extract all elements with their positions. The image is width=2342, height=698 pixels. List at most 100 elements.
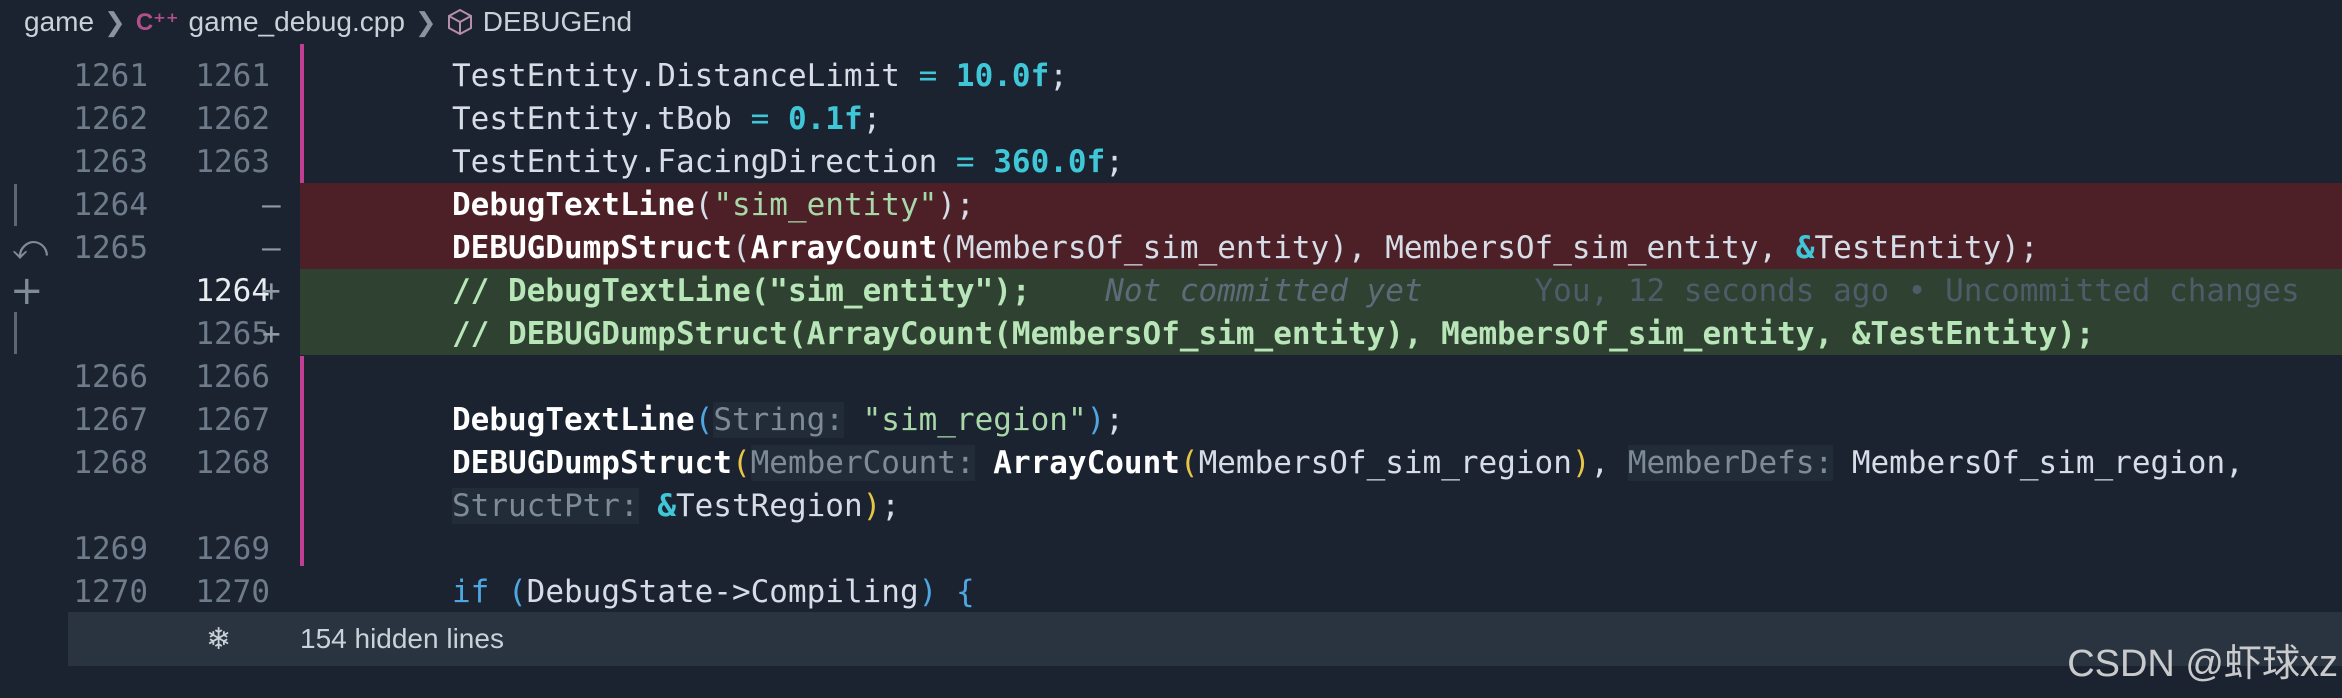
new-line-number: 1269 xyxy=(195,530,270,567)
code-line[interactable]: 1270 1270 if (DebugState->Compiling) { xyxy=(0,570,2342,613)
new-line-number: 1265 xyxy=(195,315,270,352)
old-line-number: 1264 xyxy=(73,186,148,223)
keyword: if xyxy=(452,573,490,610)
function-name: DebugTextLine xyxy=(452,401,695,438)
hidden-lines-label: 154 hidden lines xyxy=(300,623,504,654)
paren: ) xyxy=(1571,444,1591,481)
chevron-right-icon: ❯ xyxy=(414,6,437,37)
breadcrumb-item-game[interactable]: game xyxy=(24,6,94,38)
code-line[interactable]: 1261 1261 TestEntity.DistanceLimit = 10.0… xyxy=(0,54,2342,97)
cube-symbol-icon xyxy=(447,8,473,36)
new-line-number: 1263 xyxy=(195,143,270,180)
semicolon: ; xyxy=(1105,401,1124,438)
paren: ( xyxy=(508,573,527,610)
new-line-number: 1262 xyxy=(195,100,270,137)
paren: ( xyxy=(731,444,751,481)
old-line-number: 1265 xyxy=(73,229,148,266)
added-line[interactable]: 1264 + // DebugTextLine("sim_entity"); No… xyxy=(0,269,2342,312)
old-line-number: 1266 xyxy=(73,358,148,395)
paren: ) xyxy=(918,573,938,610)
number-literal: 0.1f xyxy=(787,100,863,137)
breadcrumb: game ❯ C⁺⁺ game_debug.cpp ❯ DEBUGEnd xyxy=(0,0,2342,44)
git-blame-annotation: Not committed yet xyxy=(1105,272,1423,309)
breadcrumb-item-file[interactable]: C⁺⁺ game_debug.cpp xyxy=(136,6,405,38)
breadcrumb-label-file: game_debug.cpp xyxy=(188,6,405,37)
string-literal: "sim_region" xyxy=(862,401,1087,438)
git-blame-detail[interactable]: You, 12 seconds ago • Uncommitted change… xyxy=(1535,273,2300,309)
code-line[interactable]: 1262 1262 TestEntity.tBob = 0.1f; xyxy=(0,97,2342,140)
function-name: DebugTextLine xyxy=(452,186,695,223)
number-literal: 10.0f xyxy=(955,57,1050,94)
breadcrumb-item-symbol[interactable]: DEBUGEnd xyxy=(447,6,632,38)
removed-line[interactable]: 1264 — DebugTextLine("sim_entity"); xyxy=(0,183,2342,226)
old-line-number: 1267 xyxy=(73,401,148,438)
brace: { xyxy=(955,573,975,610)
new-line-number: 1270 xyxy=(195,573,270,610)
old-line-number: 1263 xyxy=(73,143,148,180)
code-line[interactable]: 1268 1268 DEBUGDumpStruct(MemberCount: Ar… xyxy=(0,441,2342,484)
removed-marker: — xyxy=(262,229,281,266)
breadcrumb-label-symbol: DEBUGEnd xyxy=(482,6,633,37)
code-line-wrap[interactable]: StructPtr: &TestRegion); xyxy=(0,484,2342,527)
inlay-hint: StructPtr: xyxy=(452,487,639,524)
paren: ); xyxy=(937,186,975,223)
expression: DebugState->Compiling xyxy=(526,573,919,610)
removed-line[interactable]: 1265— DEBUGDumpStruct(ArrayCount(Members… xyxy=(0,226,2342,269)
argument: MembersOf_sim_entity xyxy=(1385,229,1759,266)
function-name: DEBUGDumpStruct xyxy=(452,444,732,481)
comment: // DebugTextLine("sim_entity"); xyxy=(452,272,1031,309)
new-line-number: 1267 xyxy=(195,401,270,438)
function-name: DEBUGDumpStruct xyxy=(452,229,732,266)
argument: TestEntity xyxy=(1814,229,2002,266)
new-line-number: 1264 xyxy=(195,272,270,309)
function-name: ArrayCount xyxy=(750,229,938,266)
code-line[interactable]: 1267 1267 DebugTextLine(String: "sim_regi… xyxy=(0,398,2342,441)
punct: , xyxy=(1758,229,1796,266)
old-line-number: 1268 xyxy=(73,444,148,481)
code-line[interactable]: 1266 1266 xyxy=(0,355,2342,398)
old-line-number: 1270 xyxy=(73,573,148,610)
new-line-number: 1266 xyxy=(195,358,270,395)
inlay-hint: MemberCount: xyxy=(750,444,975,481)
paren: ( xyxy=(694,401,714,438)
operator: = xyxy=(750,100,788,137)
comment: // DEBUGDumpStruct(ArrayCount(MembersOf_… xyxy=(452,315,2095,352)
punct: ), xyxy=(1329,229,1386,266)
code-text: TestEntity.FacingDirection xyxy=(452,143,956,180)
code-text: TestEntity.tBob xyxy=(452,100,751,137)
operator: = xyxy=(955,143,994,180)
hidden-lines-bar[interactable]: ❄ 154 hidden lines xyxy=(68,612,2342,666)
argument: TestRegion xyxy=(675,487,863,524)
added-line[interactable]: 1265 + // DEBUGDumpStruct(ArrayCount(Memb… xyxy=(0,312,2342,355)
chevron-right-icon: ❯ xyxy=(104,6,126,37)
semicolon: ; xyxy=(1105,143,1124,180)
inlay-hint: MemberDefs: xyxy=(1627,444,1834,481)
argument: MembersOf_sim_region xyxy=(1198,444,1572,481)
paren: ( xyxy=(1179,444,1199,481)
paren: ) xyxy=(862,487,882,524)
watermark: CSDN @虾球xz xyxy=(2067,643,2338,685)
added-marker: + xyxy=(262,315,281,352)
function-name: ArrayCount xyxy=(993,444,1180,481)
number-literal: 360.0f xyxy=(993,143,1106,180)
paren: ( xyxy=(937,229,956,266)
ampersand: & xyxy=(1795,229,1815,266)
comma: , xyxy=(1590,444,1628,481)
old-line-number: 1261 xyxy=(73,57,148,94)
argument: MembersOf_sim_entity xyxy=(955,229,1330,266)
string-literal: "sim_entity" xyxy=(713,186,938,223)
added-marker: + xyxy=(262,272,281,309)
code-line[interactable]: 1263 1263 TestEntity.FacingDirection = 36… xyxy=(0,140,2342,183)
new-line-number: 1261 xyxy=(195,57,270,94)
snowflake-icon[interactable]: ❄ xyxy=(206,622,231,657)
breadcrumb-label-game: game xyxy=(24,6,95,37)
operator: = xyxy=(918,57,956,94)
inlay-hint: String: xyxy=(713,401,844,438)
ampersand: & xyxy=(657,487,676,524)
code-line[interactable]: 1269 1269 xyxy=(0,527,2342,570)
new-line-number: 1268 xyxy=(195,444,270,481)
paren: ) xyxy=(1086,401,1106,438)
cpp-file-icon: C⁺⁺ xyxy=(135,8,179,36)
semicolon: ; xyxy=(881,487,900,524)
paren: ( xyxy=(694,186,714,223)
